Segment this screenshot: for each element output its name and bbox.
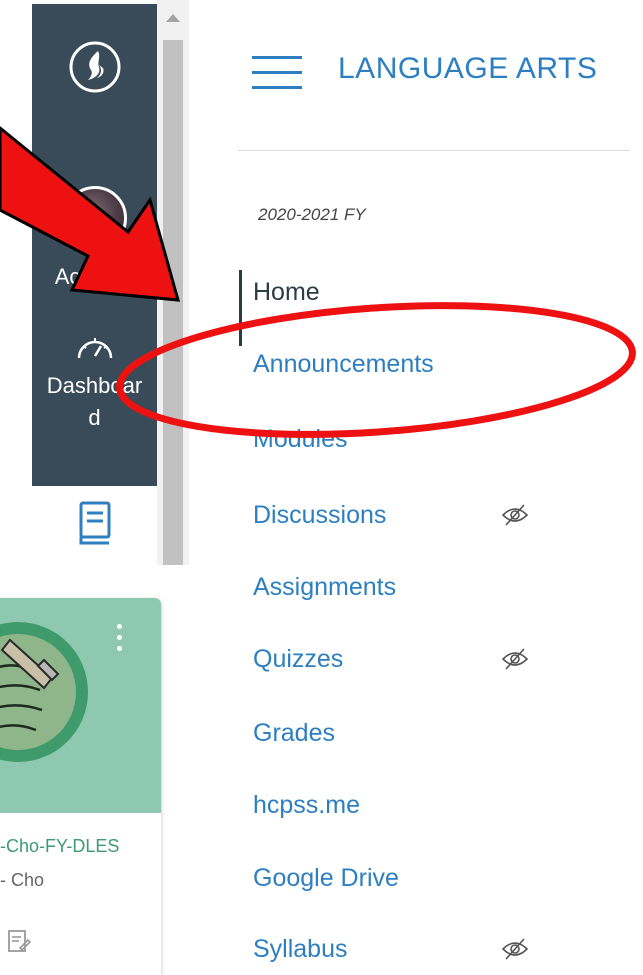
course-nav-hcpss-me[interactable]: hcpss.me	[238, 783, 618, 829]
course-nav-home-link[interactable]: Home	[253, 278, 320, 307]
scrollbar-thumb[interactable]	[163, 40, 183, 565]
course-nav-syllabus-link[interactable]: Syllabus	[253, 935, 348, 964]
dashboard-gauge-icon	[77, 338, 112, 359]
course-nav-announcements[interactable]: Announcements	[238, 342, 618, 388]
course-nav-modules-link[interactable]: Modules	[253, 425, 348, 454]
user-avatar	[62, 186, 127, 250]
course-menu-toggle-button[interactable]	[252, 56, 302, 94]
course-nav-grades-link[interactable]: Grades	[253, 719, 335, 748]
account-nav-item[interactable]: Account	[32, 186, 157, 316]
course-card-term: - Cho	[0, 870, 45, 890]
course-nav-grades[interactable]: Grades	[238, 711, 618, 757]
dashboard-nav-item[interactable]: Dashboar d	[32, 330, 157, 480]
course-card[interactable]: -Cho-FY-DLES - Cho	[0, 598, 161, 975]
dashboard-label-line1: Dashboar	[46, 373, 143, 398]
course-card-image[interactable]	[0, 598, 161, 813]
course-nav-discussions[interactable]: Discussions	[238, 493, 618, 539]
course-term-label: 2020-2021 FY	[258, 205, 366, 224]
header-divider	[238, 150, 630, 151]
course-nav-assignments-link[interactable]: Assignments	[253, 573, 396, 602]
course-nav-google-drive-link[interactable]: Google Drive	[253, 864, 399, 893]
course-nav-announcements-link[interactable]: Announcements	[253, 350, 434, 379]
hamburger-icon	[252, 56, 302, 59]
account-label: Account	[54, 264, 135, 289]
scroll-up-arrow-icon[interactable]	[166, 14, 180, 22]
courses-book-icon	[79, 501, 110, 545]
course-nav-syllabus[interactable]: Syllabus	[238, 927, 618, 973]
course-nav-assignments[interactable]: Assignments	[238, 565, 618, 611]
scrollbar[interactable]	[157, 0, 189, 565]
pencil-badge-icon	[0, 622, 88, 762]
card-options-kebab-icon[interactable]	[112, 624, 126, 664]
flame-logo-icon	[69, 41, 120, 93]
course-nav-home[interactable]: Home	[238, 270, 618, 346]
course-nav-quizzes[interactable]: Quizzes	[238, 637, 618, 683]
assignments-icon[interactable]	[6, 928, 32, 954]
course-nav-discussions-link[interactable]: Discussions	[253, 501, 386, 530]
hidden-eye-slash-icon	[501, 648, 529, 670]
course-nav-quizzes-link[interactable]: Quizzes	[253, 645, 343, 674]
courses-nav-item[interactable]	[32, 486, 157, 565]
course-nav-google-drive[interactable]: Google Drive	[238, 856, 618, 902]
canvas-logo-link[interactable]	[32, 40, 157, 110]
course-card-code[interactable]: -Cho-FY-DLES	[0, 836, 119, 857]
course-title-breadcrumb[interactable]: LANGUAGE ARTS	[338, 52, 597, 86]
global-navigation: Account Dashboar d	[0, 0, 157, 565]
course-nav-hcpss-me-link[interactable]: hcpss.me	[253, 791, 360, 820]
hidden-eye-slash-icon	[501, 504, 529, 526]
hidden-eye-slash-icon	[501, 938, 529, 960]
course-nav-modules[interactable]: Modules	[238, 417, 618, 463]
dashboard-label-line2: d	[88, 405, 101, 430]
